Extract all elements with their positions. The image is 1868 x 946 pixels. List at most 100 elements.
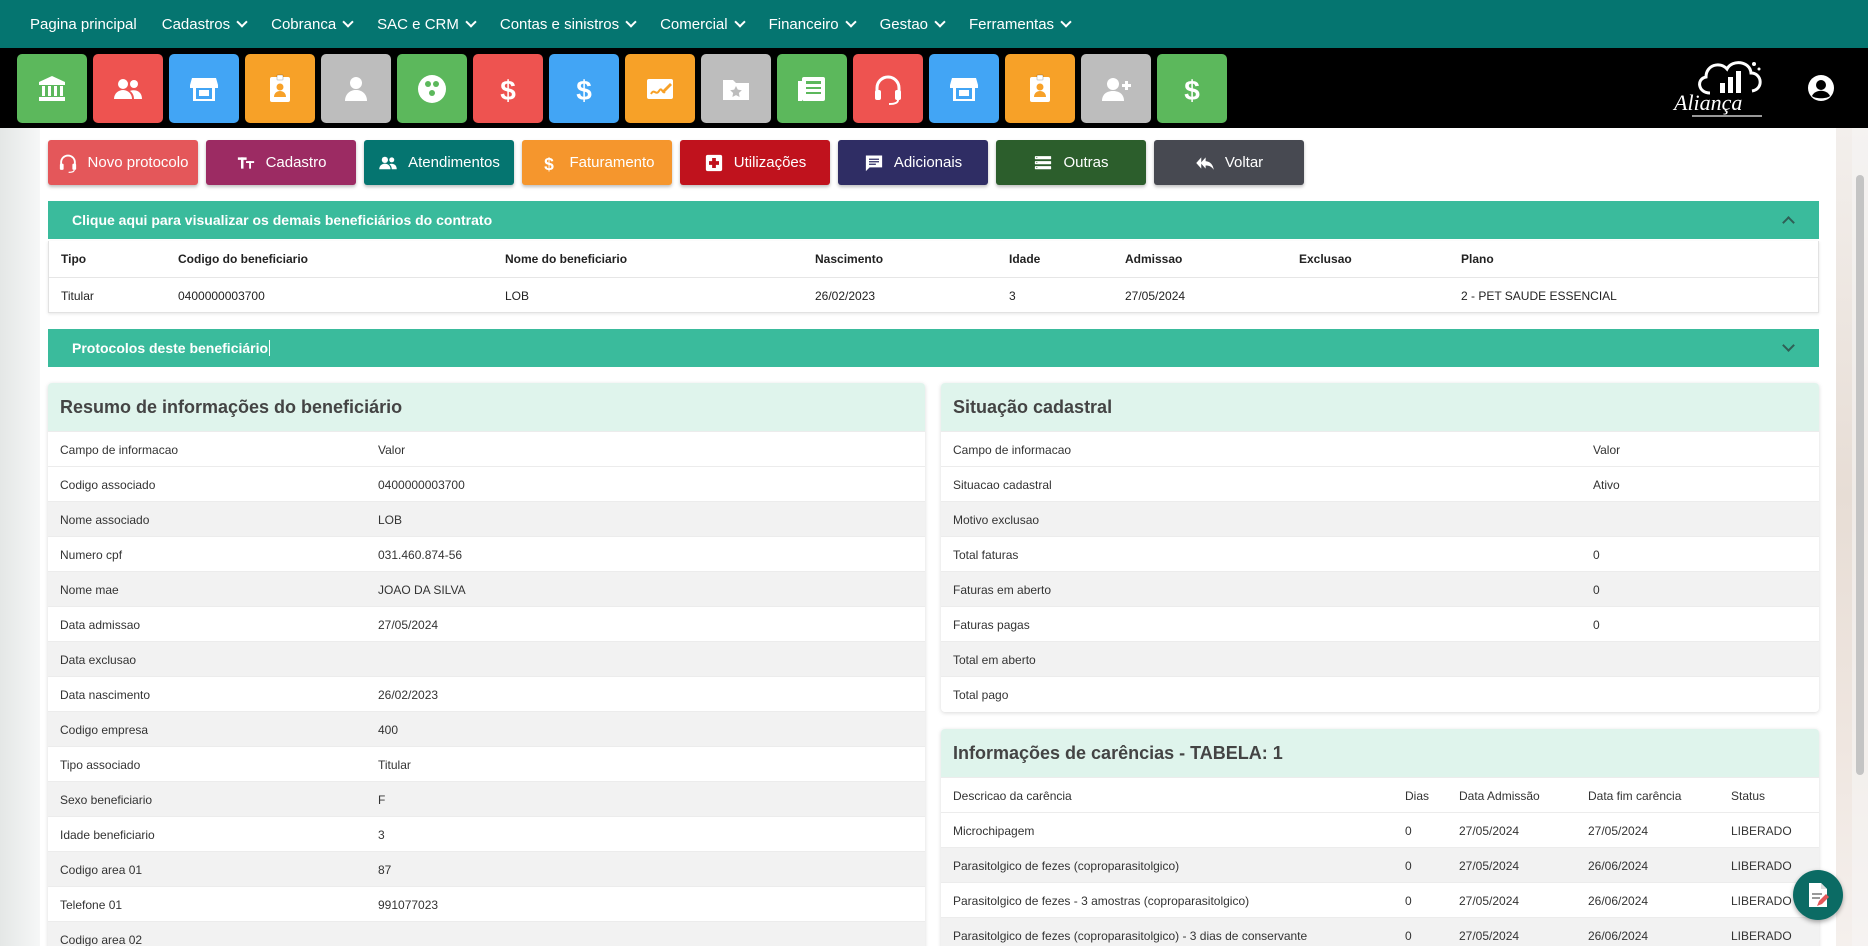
chevron-up-icon[interactable] (1782, 216, 1795, 229)
novo-protocolo-button[interactable]: Novo protocolo (48, 140, 198, 185)
page-background-left (0, 128, 40, 946)
action-button-label: Cadastro (265, 154, 327, 171)
table-cell: Parasitolgico de fezes (coproparasitolgi… (953, 929, 1308, 943)
svg-text:$: $ (545, 153, 555, 172)
shortcut-tile-6[interactable] (397, 54, 467, 123)
chevron-down-icon[interactable] (1782, 339, 1795, 352)
situacao-title: Situação cadastral (941, 383, 1819, 431)
shortcut-tile-15[interactable] (1081, 54, 1151, 123)
id-badge-icon (270, 74, 290, 102)
protocols-accordion-header[interactable]: Protocolos deste beneficiário (48, 329, 1819, 367)
voltar-button[interactable]: Voltar (1154, 140, 1304, 185)
shortcut-tile-14[interactable] (1005, 54, 1075, 123)
table-cell: Motivo exclusao (953, 513, 1040, 527)
table-cell: Idade beneficiario (60, 828, 155, 842)
table-cell: Valor (1593, 443, 1621, 457)
reply-all-icon (1196, 156, 1214, 170)
nav-item-contas-e-sinistros[interactable]: Contas e sinistros (499, 15, 637, 33)
utilizacoes-button[interactable]: Utilizações (680, 140, 830, 185)
table-cell: Idade (1009, 252, 1041, 266)
action-button-label: Adicionais (893, 154, 963, 171)
shortcut-tile-12[interactable] (853, 54, 923, 123)
table-cell: 26/02/2023 (815, 289, 876, 303)
beneficiaries-accordion-header[interactable]: Clique aqui para visualizar os demais be… (48, 201, 1819, 239)
table-cell: 87 (378, 863, 392, 877)
shortcut-tile-10[interactable] (701, 54, 771, 123)
text-cursor (269, 340, 271, 356)
table-cell: 26/02/2023 (378, 688, 439, 702)
nav-item-gestao[interactable]: Gestao (880, 16, 946, 33)
table-cell: JOAO DA SILVA (378, 583, 466, 597)
table-cell: Nascimento (815, 252, 884, 266)
shortcut-tile-1[interactable] (17, 54, 87, 123)
table-cell: 991077023 (378, 898, 439, 912)
dollar-icon: $ (500, 75, 516, 105)
shortcut-tile-11[interactable] (777, 54, 847, 123)
nav-item-cadastros[interactable]: Cadastros (161, 15, 248, 33)
table-cell: Admissao (1125, 252, 1183, 266)
atendimentos-button[interactable]: Atendimentos (364, 140, 514, 185)
table-cell: 0400000003700 (378, 478, 465, 492)
shortcut-tile-16[interactable]: $ (1157, 54, 1227, 123)
nav-item-sac-e-crm[interactable]: SAC e CRM (377, 15, 477, 33)
shortcut-tile-3[interactable] (169, 54, 239, 123)
action-button-label: Faturamento (569, 154, 655, 171)
newspaper-icon (798, 76, 825, 101)
nav-item-pagina-principal[interactable]: Pagina principal (30, 16, 137, 33)
nav-item-comercial[interactable]: Comercial (660, 16, 746, 33)
table-cell: 26/06/2024 (1588, 894, 1649, 908)
nav-item-cobranca[interactable]: Cobranca (271, 15, 354, 33)
table-cell: Ativo (1593, 478, 1620, 492)
protocols-accordion-title: Protocolos deste beneficiário (72, 340, 269, 356)
nav-item-label: Contas e sinistros (499, 15, 620, 33)
outras-button[interactable]: Outras (996, 140, 1146, 185)
table-row: Codigo associado 0400000003700 (48, 466, 925, 501)
chevron-down-icon (342, 15, 354, 28)
adicionais-button[interactable]: Adicionais (838, 140, 988, 185)
medical-plus-icon (705, 154, 722, 171)
table-cell: Total pago (953, 688, 1009, 702)
bank-icon (39, 75, 65, 101)
folder-star-icon (723, 79, 749, 100)
table-cell: LOB (505, 289, 530, 303)
table-row: Faturas pagas 0 (941, 606, 1819, 641)
table-row: Nome associado LOB (48, 501, 925, 536)
shortcut-tile-7[interactable]: $ (473, 54, 543, 123)
table-cell: Sexo beneficiario (60, 793, 153, 807)
alianca-logo[interactable]: Aliança (1672, 55, 1792, 121)
floating-document-button[interactable] (1793, 870, 1843, 920)
table-row: Codigo area 02 (48, 921, 925, 946)
table-cell: 400 (378, 723, 399, 737)
shortcut-tile-2[interactable] (93, 54, 163, 123)
shortcut-tile-5[interactable] (321, 54, 391, 123)
nav-item-financeiro[interactable]: Financeiro (769, 16, 857, 33)
table-cell: Plano (1461, 252, 1494, 266)
table-cell: 031.460.874-56 (378, 548, 463, 562)
table-cell: 0 (1405, 859, 1412, 873)
table-cell: 26/06/2024 (1588, 859, 1649, 873)
table-cell: Codigo associado (60, 478, 156, 492)
user-account-icon[interactable] (1807, 74, 1835, 102)
shortcut-tile-13[interactable] (929, 54, 999, 123)
chevron-down-icon (465, 15, 477, 28)
nav-item-label: Cadastros (161, 15, 231, 33)
id-badge-icon (1030, 74, 1050, 102)
table-cell: Nome mae (60, 583, 119, 597)
logo-text: Aliança (1672, 90, 1742, 115)
cadastro-button[interactable]: Cadastro (206, 140, 356, 185)
shortcut-tile-8[interactable]: $ (549, 54, 619, 123)
nav-item-ferramentas[interactable]: Ferramentas (969, 16, 1072, 33)
table-cell: Data admissao (60, 618, 141, 632)
table-cell: Titular (378, 758, 411, 772)
table-row: Microchipagem 0 27/05/2024 27/05/2024 LIBERA… (941, 812, 1819, 847)
scrollbar-thumb[interactable] (1856, 175, 1864, 775)
list-icon (1035, 155, 1052, 169)
shortcut-tile-4[interactable] (245, 54, 315, 123)
shortcut-tile-9[interactable] (625, 54, 695, 123)
faturamento-button[interactable]: $ Faturamento (522, 140, 672, 185)
store-icon (950, 77, 978, 101)
table-cell: 3 (378, 828, 385, 842)
svg-text:$: $ (576, 75, 592, 105)
table-cell: 27/05/2024 (1125, 289, 1186, 303)
carencias-table: Descricao da carência Dias Data Admissão Da… (941, 777, 1819, 946)
